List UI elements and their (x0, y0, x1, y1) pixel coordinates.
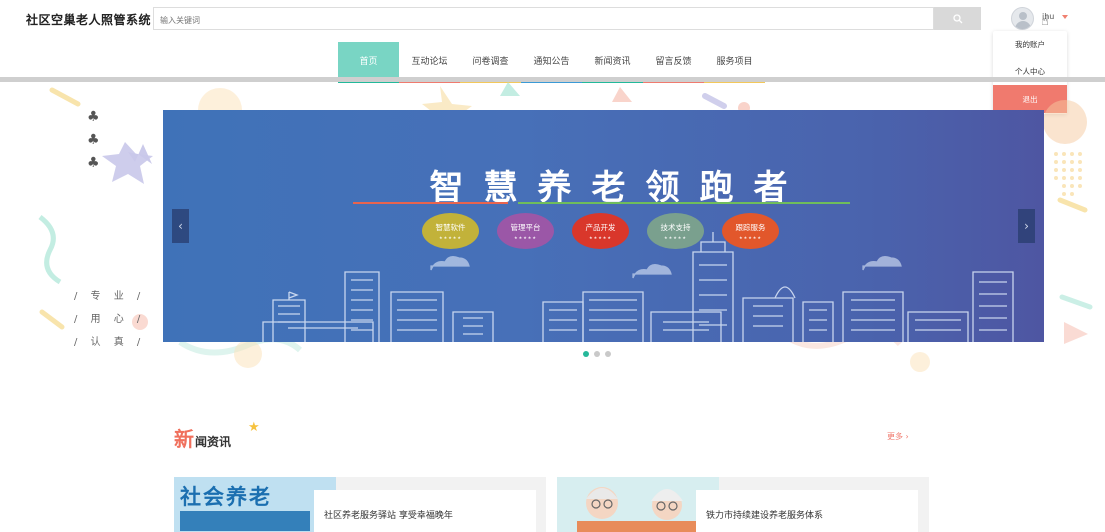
search-box[interactable] (153, 7, 934, 31)
thumbnail-text: 社会养老 (180, 485, 272, 509)
pointer-cursor-icon: ☝ (1041, 14, 1049, 29)
carousel-dot[interactable] (594, 351, 600, 357)
slogan-line: / 专 业 / (74, 291, 146, 302)
news-thumbnail (557, 477, 719, 532)
chevron-right-icon: › (1024, 219, 1029, 233)
club-icon: ♣ (87, 155, 100, 171)
slogan-line: / 认 真 / (74, 337, 146, 348)
slogan-line: / 用 心 / (74, 314, 146, 325)
carousel-dot[interactable] (583, 351, 589, 357)
club-icon: ♣ (87, 132, 100, 148)
menu-item-my-account[interactable]: 我的账户 (993, 31, 1067, 58)
nav-label: 问卷调查 (472, 57, 509, 67)
carousel-indicators (583, 351, 611, 357)
news-item-title[interactable]: 铁力市持续建设养老服务体系 (706, 511, 823, 521)
search-input[interactable] (154, 10, 933, 31)
nav-label: 首页 (359, 57, 378, 67)
sparkle-star-icon: ★ (248, 420, 260, 435)
nav-label: 服务项目 (716, 57, 753, 67)
news-section-title: 新 闻资讯 (174, 423, 231, 452)
news-item-title[interactable]: 社区养老服务驿站 享受幸福晚年 (324, 511, 453, 521)
search-button[interactable] (934, 7, 981, 30)
news-more-link[interactable]: 更多 › (887, 431, 909, 442)
news-thumbnail: 社会养老 (174, 477, 336, 532)
site-title[interactable]: 社区空巢老人照管系统 (26, 11, 151, 28)
user-avatar-icon[interactable] (1011, 7, 1034, 30)
news-title-first-char: 新 (174, 427, 194, 451)
nav-label: 通知公告 (533, 57, 570, 67)
club-icon: ♣ (87, 109, 100, 125)
search-icon (952, 13, 962, 23)
carousel-prev-button[interactable]: ‹ (172, 209, 189, 243)
top-header: 社区空巢老人照管系统 ihu ☝ (0, 0, 1105, 40)
nav-label: 留言反馈 (655, 57, 692, 67)
chevron-left-icon: ‹ (178, 219, 183, 233)
news-title-rest: 闻资讯 (195, 435, 232, 449)
nav-label: 互动论坛 (411, 57, 448, 67)
nav-label: 新闻资讯 (594, 57, 631, 67)
carousel-dot[interactable] (605, 351, 611, 357)
city-skyline-illustration (262, 232, 1014, 342)
news-caption: 社区养老服务驿站 享受幸福晚年 (314, 490, 536, 532)
elderly-couple-illustration (577, 487, 697, 532)
news-caption: 铁力市持续建设养老服务体系 (696, 490, 918, 532)
hero-banner[interactable]: 智慧养老领跑者 智慧软件 ★★★★★ 管理平台 ★★★★★ 产品开发 ★★★★★… (163, 110, 1044, 342)
news-card[interactable]: 铁力市持续建设养老服务体系 (557, 477, 929, 532)
news-card[interactable]: 社会养老 社区养老服务驿站 享受幸福晚年 (174, 477, 546, 532)
caret-down-icon[interactable] (1062, 15, 1068, 19)
carousel-next-button[interactable]: › (1018, 209, 1035, 243)
